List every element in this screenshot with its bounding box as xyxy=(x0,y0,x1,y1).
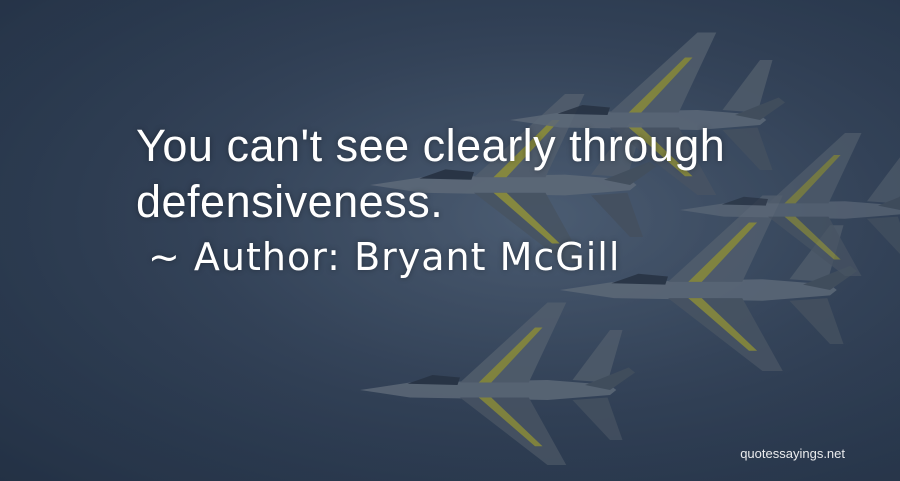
quote-line-1: You can't see clearly through xyxy=(136,120,726,171)
watermark: quotessayings.net xyxy=(740,446,845,461)
quote-line-2: defensiveness. xyxy=(136,176,444,227)
author-line: ~ Author: Bryant McGill xyxy=(136,232,836,282)
quote-block: You can't see clearly through defensiven… xyxy=(136,118,836,282)
author-prefix: ~ Author: xyxy=(148,235,341,279)
author-name: Bryant McGill xyxy=(354,235,621,279)
